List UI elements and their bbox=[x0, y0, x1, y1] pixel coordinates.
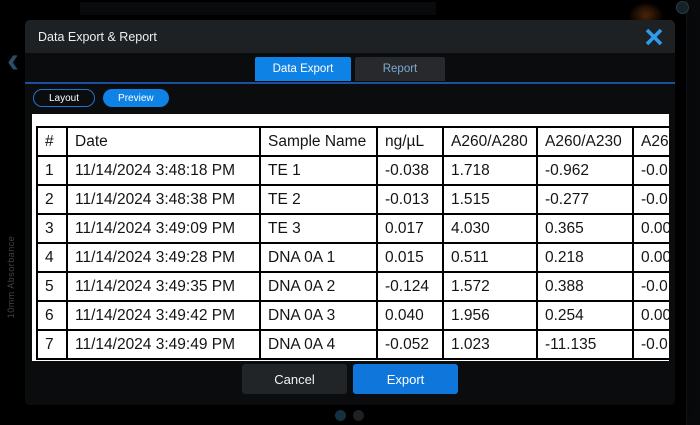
table-cell: 11/14/2024 3:49:49 PM bbox=[67, 330, 260, 359]
table-cell: -0.962 bbox=[537, 156, 633, 185]
table-cell: -0.052 bbox=[377, 330, 443, 359]
column-header: Date bbox=[67, 127, 260, 156]
column-header: A260 bbox=[633, 127, 669, 156]
table-row[interactable]: 411/14/2024 3:49:28 PMDNA 0A 10.0150.511… bbox=[37, 243, 669, 272]
table-cell: 0.218 bbox=[537, 243, 633, 272]
table-row[interactable]: 111/14/2024 3:48:18 PMTE 1-0.0381.718-0.… bbox=[37, 156, 669, 185]
table-cell: 0.015 bbox=[377, 243, 443, 272]
table-cell: 1.572 bbox=[443, 272, 537, 301]
table-cell: 11/14/2024 3:48:38 PM bbox=[67, 185, 260, 214]
table-cell: 1.515 bbox=[443, 185, 537, 214]
table-cell: DNA 0A 4 bbox=[260, 330, 377, 359]
table-cell: -0.0 bbox=[633, 156, 669, 185]
dialog-titlebar: Data Export & Report bbox=[25, 20, 675, 53]
column-header: # bbox=[37, 127, 67, 156]
table-cell: 11/14/2024 3:49:09 PM bbox=[67, 214, 260, 243]
table-cell: 5 bbox=[37, 272, 67, 301]
table-cell: 11/14/2024 3:49:35 PM bbox=[67, 272, 260, 301]
table-cell: 1.023 bbox=[443, 330, 537, 359]
tab-underline bbox=[25, 82, 675, 84]
table-cell: DNA 0A 2 bbox=[260, 272, 377, 301]
table-cell: DNA 0A 1 bbox=[260, 243, 377, 272]
table-cell: 2 bbox=[37, 185, 67, 214]
page-dot-2[interactable] bbox=[353, 410, 364, 421]
table-cell: 0.511 bbox=[443, 243, 537, 272]
table-row[interactable]: 211/14/2024 3:48:38 PMTE 2-0.0131.515-0.… bbox=[37, 185, 669, 214]
table-cell: 4.030 bbox=[443, 214, 537, 243]
table-cell: 0.254 bbox=[537, 301, 633, 330]
preview-table-container[interactable]: #DateSample Nameng/µLA260/A280A260/A230A… bbox=[32, 114, 669, 361]
column-header: A260/A280 bbox=[443, 127, 537, 156]
table-cell: -0.0 bbox=[633, 185, 669, 214]
background-side-strip bbox=[686, 0, 700, 425]
table-cell: 1.718 bbox=[443, 156, 537, 185]
table-cell: -11.135 bbox=[537, 330, 633, 359]
page-dot-1[interactable] bbox=[335, 410, 346, 421]
column-header: A260/A230 bbox=[537, 127, 633, 156]
table-cell: -0.013 bbox=[377, 185, 443, 214]
table-row[interactable]: 511/14/2024 3:49:35 PMDNA 0A 2-0.1241.57… bbox=[37, 272, 669, 301]
preview-toggle-button[interactable]: Preview bbox=[103, 89, 169, 107]
tab-report[interactable]: Report bbox=[355, 57, 445, 81]
table-cell: 1 bbox=[37, 156, 67, 185]
view-toggle-group: Layout Preview bbox=[33, 89, 169, 107]
cancel-button[interactable]: Cancel bbox=[242, 364, 347, 394]
table-cell: 0.017 bbox=[377, 214, 443, 243]
table-cell: 0.00 bbox=[633, 214, 669, 243]
table-cell: 0.365 bbox=[537, 214, 633, 243]
table-cell: 6 bbox=[37, 301, 67, 330]
table-row[interactable]: 311/14/2024 3:49:09 PMTE 30.0174.0300.36… bbox=[37, 214, 669, 243]
background-panel bbox=[80, 2, 436, 15]
table-cell: 0.388 bbox=[537, 272, 633, 301]
table-cell: -0.277 bbox=[537, 185, 633, 214]
table-cell: 0.00 bbox=[633, 243, 669, 272]
table-cell: -0.124 bbox=[377, 272, 443, 301]
tab-data-export[interactable]: Data Export bbox=[255, 57, 351, 81]
table-cell: -0.0 bbox=[633, 330, 669, 359]
table-cell: TE 3 bbox=[260, 214, 377, 243]
close-icon bbox=[643, 26, 665, 48]
table-row[interactable]: 611/14/2024 3:49:42 PMDNA 0A 30.0401.956… bbox=[37, 301, 669, 330]
data-preview-table: #DateSample Nameng/µLA260/A280A260/A230A… bbox=[36, 126, 669, 360]
export-button[interactable]: Export bbox=[353, 364, 458, 394]
table-cell: 4 bbox=[37, 243, 67, 272]
background-indicator-icon bbox=[676, 1, 689, 14]
table-cell: TE 2 bbox=[260, 185, 377, 214]
tab-bar: Data Export Report bbox=[25, 57, 675, 81]
table-cell: 0.00 bbox=[633, 301, 669, 330]
absorbance-axis-label: 10mm Absorbance bbox=[6, 222, 16, 332]
layout-toggle-button[interactable]: Layout bbox=[33, 89, 95, 107]
table-cell: 7 bbox=[37, 330, 67, 359]
table-cell: 3 bbox=[37, 214, 67, 243]
dialog-footer: Cancel Export bbox=[25, 361, 675, 405]
table-cell: -0.038 bbox=[377, 156, 443, 185]
table-cell: TE 1 bbox=[260, 156, 377, 185]
dialog-title: Data Export & Report bbox=[25, 30, 157, 44]
back-chevron-icon: ‹ bbox=[7, 42, 19, 78]
table-cell: 11/14/2024 3:48:18 PM bbox=[67, 156, 260, 185]
table-cell: 11/14/2024 3:49:28 PM bbox=[67, 243, 260, 272]
table-cell: 0.040 bbox=[377, 301, 443, 330]
table-cell: 1.956 bbox=[443, 301, 537, 330]
close-button[interactable] bbox=[639, 23, 669, 51]
table-cell: -0.0 bbox=[633, 272, 669, 301]
table-header-row: #DateSample Nameng/µLA260/A280A260/A230A… bbox=[37, 127, 669, 156]
app-background: 10mm Absorbance ‹ Data Export & Report D… bbox=[0, 0, 700, 425]
table-row[interactable]: 711/14/2024 3:49:49 PMDNA 0A 4-0.0521.02… bbox=[37, 330, 669, 359]
table-cell: DNA 0A 3 bbox=[260, 301, 377, 330]
table-cell: 11/14/2024 3:49:42 PM bbox=[67, 301, 260, 330]
column-header: ng/µL bbox=[377, 127, 443, 156]
column-header: Sample Name bbox=[260, 127, 377, 156]
data-export-dialog: Data Export & Report Data Export Report … bbox=[25, 20, 675, 405]
